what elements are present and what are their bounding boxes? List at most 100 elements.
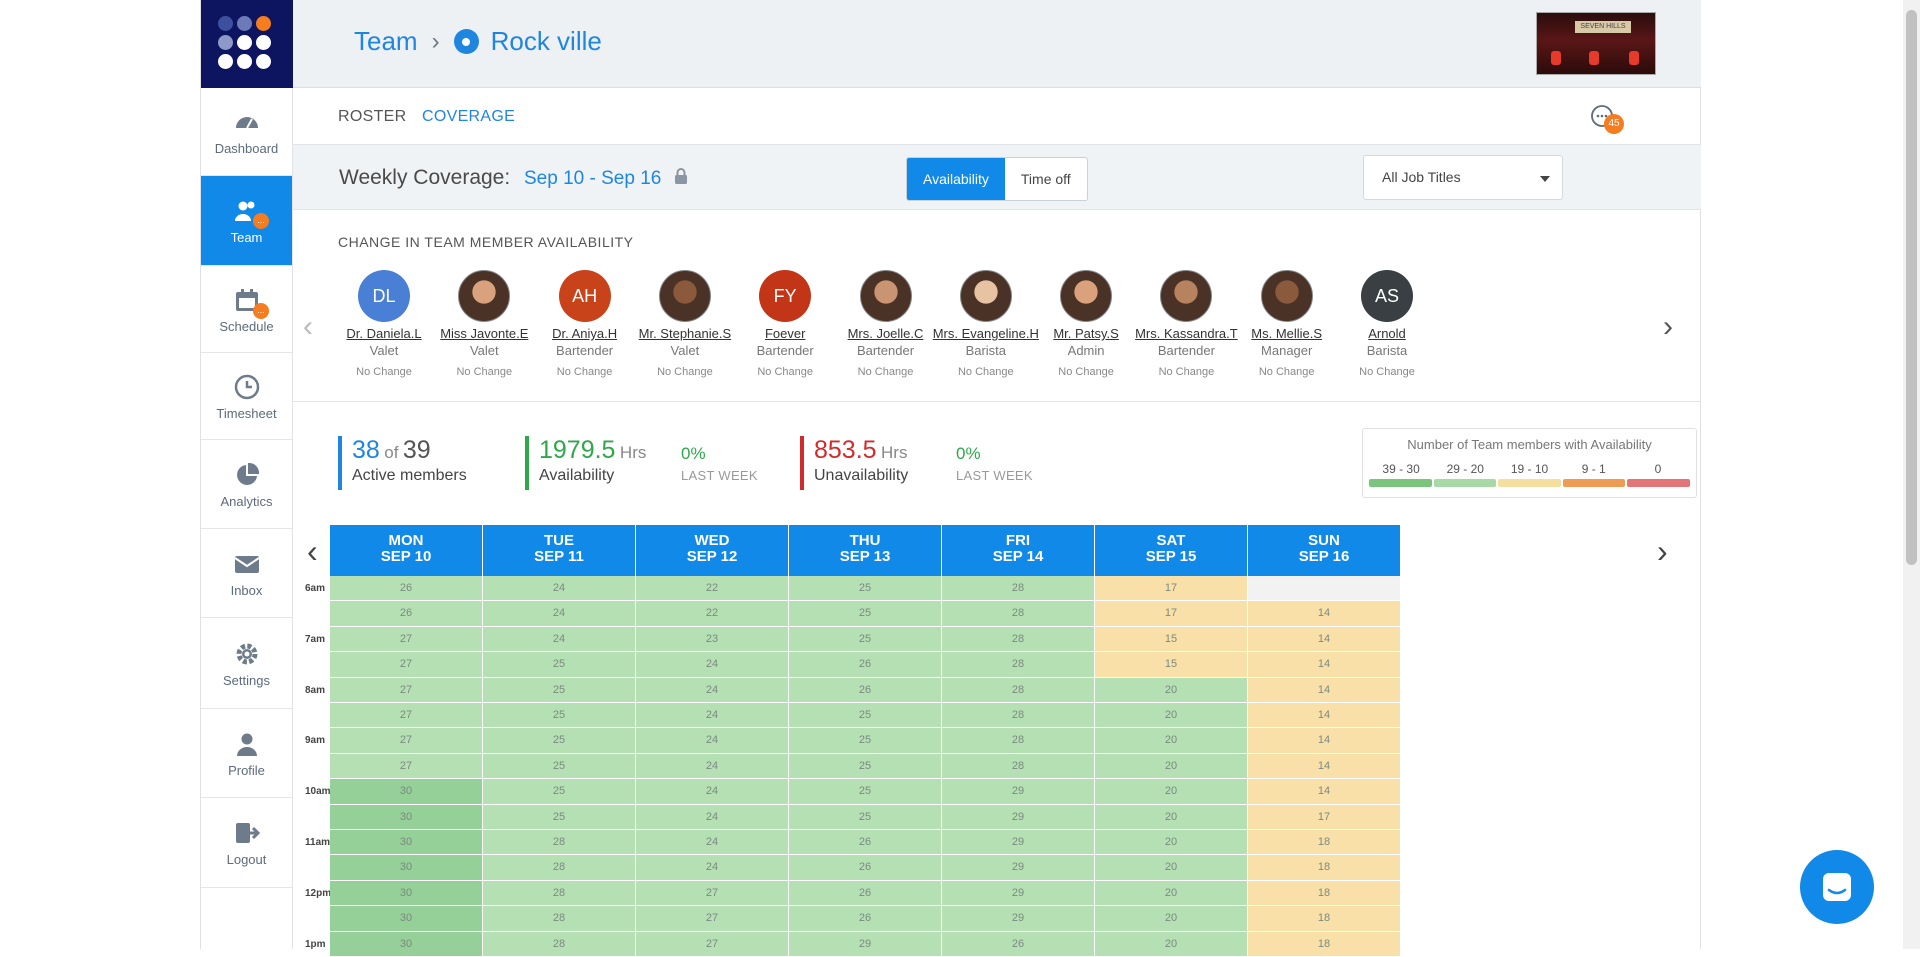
coverage-cell[interactable]: 20 [1095, 728, 1248, 754]
sidebar-item-inbox[interactable]: Inbox [201, 529, 292, 618]
coverage-cell[interactable]: 15 [1095, 652, 1248, 678]
coverage-cell[interactable]: 20 [1095, 880, 1248, 907]
carousel-prev-icon[interactable]: ‹ [303, 310, 313, 344]
coverage-cell[interactable]: 28 [942, 677, 1095, 703]
coverage-cell[interactable]: 28 [942, 728, 1095, 754]
team-member-card[interactable]: AH Dr. Aniya.H Bartender No Change [530, 270, 640, 378]
coverage-cell[interactable]: 25 [483, 779, 636, 805]
coverage-cell[interactable]: 14 [1248, 728, 1401, 754]
team-member-card[interactable]: Mrs. Kassandra.T Bartender No Change [1131, 270, 1241, 378]
coverage-cell[interactable]: 29 [942, 830, 1095, 856]
coverage-cell[interactable]: 24 [636, 804, 789, 830]
coverage-cell[interactable]: 28 [942, 626, 1095, 653]
team-member-card[interactable]: Mrs. Joelle.C Bartender No Change [831, 270, 941, 378]
coverage-cell[interactable]: 27 [330, 753, 483, 780]
week-range[interactable]: Sep 10 - Sep 16 [524, 168, 661, 190]
coverage-cell[interactable]: 22 [636, 601, 789, 627]
coverage-cell[interactable]: 30 [330, 855, 483, 881]
breadcrumb-team[interactable]: Team [354, 26, 418, 57]
tab-roster[interactable]: ROSTER [338, 108, 406, 126]
coverage-cell[interactable]: 14 [1248, 626, 1401, 653]
coverage-cell[interactable]: 25 [789, 804, 942, 830]
member-name[interactable]: Foever [730, 326, 840, 341]
member-name[interactable]: Ms. Mellie.S [1232, 326, 1342, 341]
member-name[interactable]: Miss Javonte.E [429, 326, 539, 341]
member-name[interactable]: Dr. Daniela.L [329, 326, 439, 341]
coverage-cell[interactable]: 14 [1248, 779, 1401, 805]
coverage-cell[interactable]: 25 [789, 576, 942, 602]
coverage-cell[interactable]: 24 [636, 703, 789, 729]
coverage-cell[interactable]: 18 [1248, 880, 1401, 907]
chat-launcher-button[interactable] [1800, 850, 1874, 924]
team-member-card[interactable]: FY Foever Bartender No Change [730, 270, 840, 378]
coverage-cell[interactable]: 29 [942, 880, 1095, 907]
coverage-cell[interactable]: 18 [1248, 931, 1401, 957]
coverage-cell[interactable]: 25 [483, 703, 636, 729]
coverage-cell[interactable]: 24 [483, 601, 636, 627]
coverage-cell[interactable]: 24 [483, 626, 636, 653]
coverage-cell[interactable]: 25 [789, 703, 942, 729]
availability-button[interactable]: Availability [907, 158, 1005, 200]
coverage-cell[interactable]: 28 [942, 753, 1095, 780]
coverage-cell[interactable]: 29 [942, 804, 1095, 830]
coverage-cell[interactable]: 27 [636, 931, 789, 957]
coverage-cell[interactable]: 27 [330, 703, 483, 729]
coverage-cell[interactable]: 26 [789, 677, 942, 703]
member-name[interactable]: Arnold [1332, 326, 1442, 341]
coverage-cell[interactable]: 27 [330, 626, 483, 653]
sidebar-item-analytics[interactable]: Analytics [201, 440, 292, 529]
coverage-cell[interactable]: 28 [942, 703, 1095, 729]
coverage-cell[interactable]: 28 [483, 855, 636, 881]
member-name[interactable]: Dr. Aniya.H [530, 326, 640, 341]
coverage-cell[interactable]: 27 [330, 677, 483, 703]
coverage-cell[interactable]: 25 [483, 728, 636, 754]
coverage-cell[interactable]: 28 [483, 880, 636, 907]
coverage-cell[interactable]: 25 [789, 753, 942, 780]
prev-week-icon[interactable]: ‹ [307, 533, 318, 570]
coverage-cell[interactable]: 26 [789, 652, 942, 678]
coverage-cell[interactable]: 25 [789, 779, 942, 805]
coverage-cell[interactable]: 30 [330, 880, 483, 907]
coverage-cell[interactable]: 20 [1095, 855, 1248, 881]
coverage-cell[interactable]: 25 [789, 626, 942, 653]
coverage-cell[interactable]: 24 [636, 753, 789, 780]
team-member-card[interactable]: Ms. Mellie.S Manager No Change [1232, 270, 1342, 378]
coverage-cell[interactable]: 24 [636, 830, 789, 856]
coverage-cell[interactable]: 14 [1248, 652, 1401, 678]
coverage-cell[interactable]: 23 [636, 626, 789, 653]
coverage-cell[interactable]: 20 [1095, 804, 1248, 830]
coverage-cell[interactable]: 25 [483, 804, 636, 830]
coverage-cell[interactable]: 18 [1248, 830, 1401, 856]
coverage-cell[interactable]: 26 [789, 906, 942, 932]
coverage-cell[interactable]: 14 [1248, 601, 1401, 627]
app-logo[interactable] [201, 0, 293, 88]
coverage-cell[interactable]: 29 [942, 855, 1095, 881]
coverage-cell[interactable]: 20 [1095, 703, 1248, 729]
coverage-cell[interactable]: 20 [1095, 753, 1248, 780]
coverage-cell[interactable]: 30 [330, 931, 483, 957]
team-member-card[interactable]: Mrs. Evangeline.H Barista No Change [931, 270, 1041, 378]
coverage-cell[interactable]: 17 [1095, 576, 1248, 602]
coverage-cell[interactable]: 26 [789, 855, 942, 881]
venue-image[interactable]: SEVEN HILLS [1536, 12, 1656, 75]
coverage-cell[interactable]: 24 [636, 779, 789, 805]
coverage-cell[interactable]: 24 [636, 855, 789, 881]
coverage-cell[interactable]: 24 [483, 576, 636, 602]
coverage-cell[interactable]: 28 [483, 830, 636, 856]
coverage-cell[interactable]: 25 [483, 677, 636, 703]
coverage-cell[interactable]: 30 [330, 830, 483, 856]
coverage-cell[interactable]: 29 [789, 931, 942, 957]
coverage-cell[interactable]: 18 [1248, 906, 1401, 932]
coverage-cell[interactable]: 28 [942, 576, 1095, 602]
coverage-cell[interactable]: 27 [636, 880, 789, 907]
member-name[interactable]: Mrs. Kassandra.T [1131, 326, 1241, 341]
coverage-cell[interactable]: 26 [330, 576, 483, 602]
sidebar-item-dashboard[interactable]: Dashboard [201, 88, 292, 176]
coverage-cell[interactable]: 28 [942, 652, 1095, 678]
coverage-cell[interactable]: 26 [789, 880, 942, 907]
chat-button[interactable]: 45 [1590, 104, 1624, 134]
job-title-select[interactable]: All Job Titles [1363, 155, 1563, 200]
sidebar-item-profile[interactable]: Profile [201, 709, 292, 798]
page-scrollbar[interactable] [1903, 0, 1920, 949]
coverage-cell[interactable]: 28 [483, 931, 636, 957]
